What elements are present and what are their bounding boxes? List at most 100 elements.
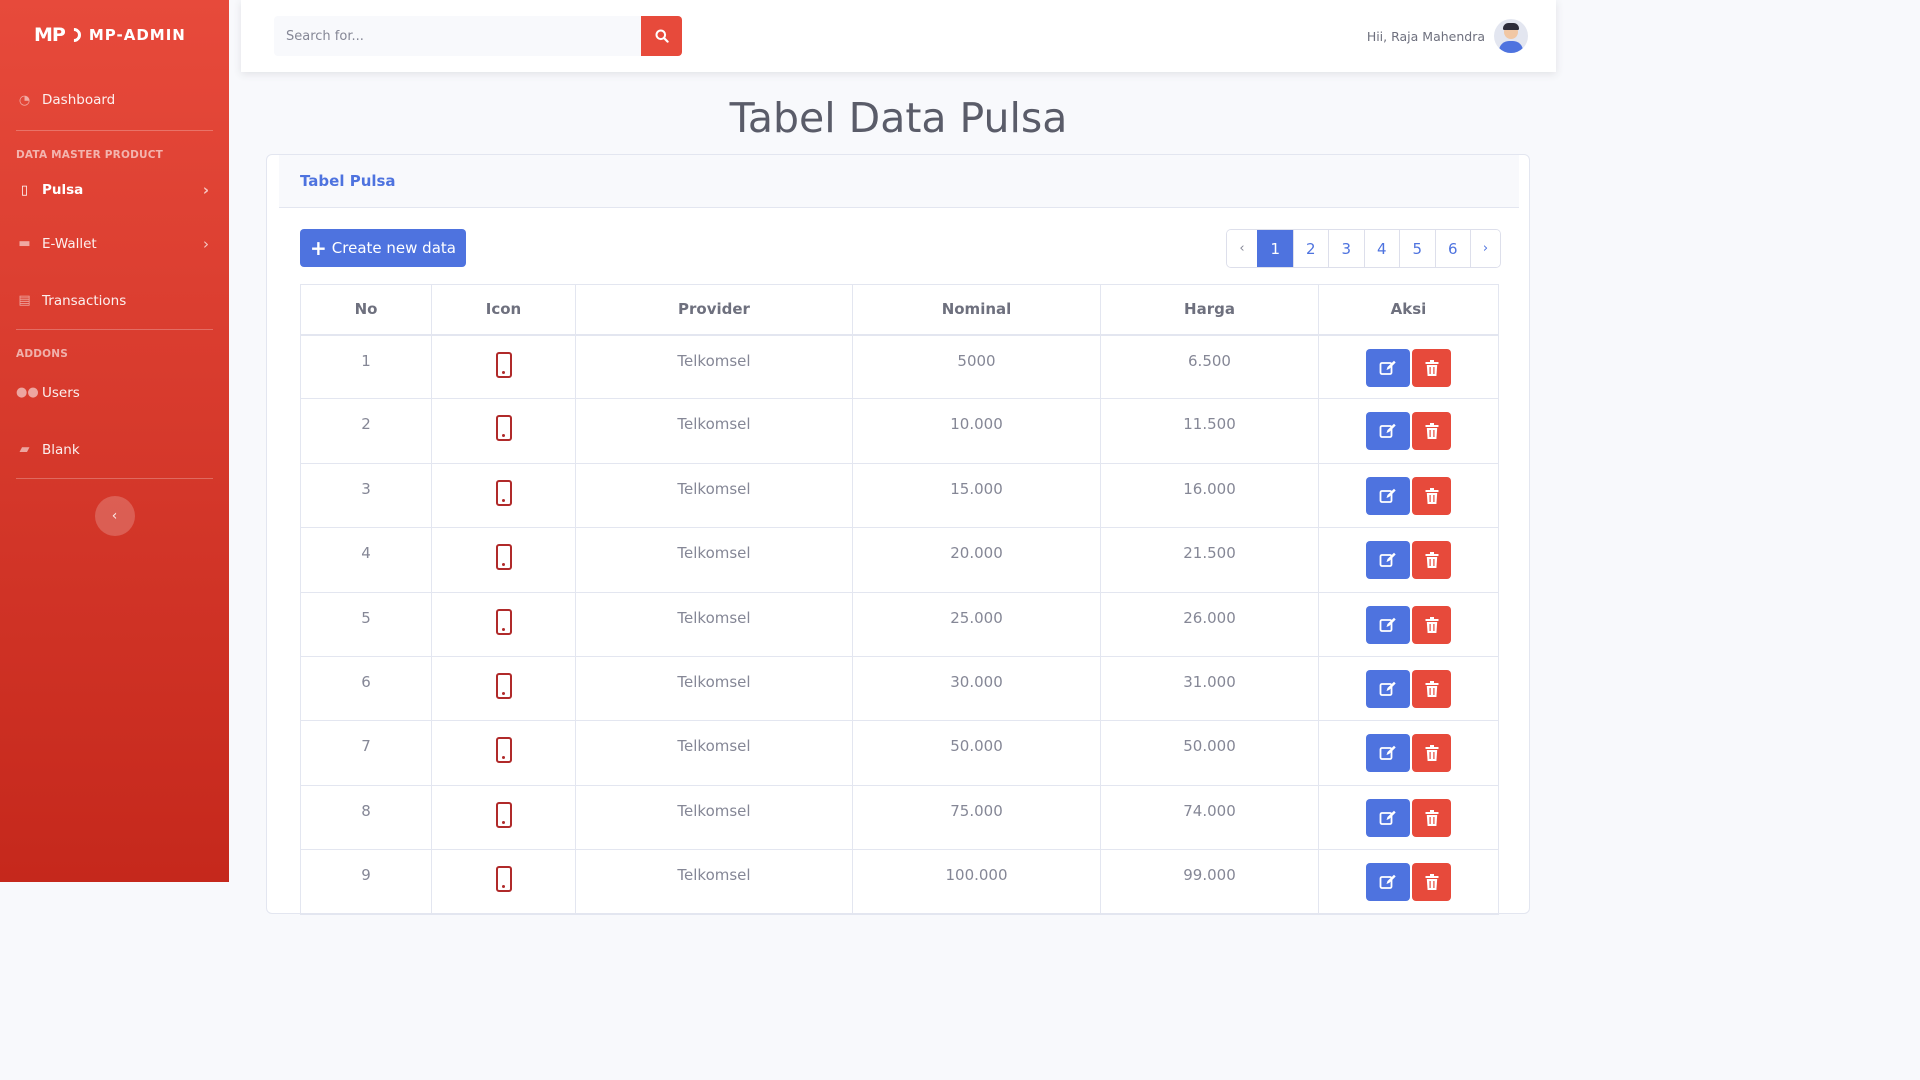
dashboard-icon: ◔ (18, 92, 31, 108)
pagination-page[interactable]: 1 (1257, 230, 1293, 267)
delete-button[interactable] (1412, 412, 1451, 451)
sidebar-item-pulsa[interactable]: ▯ Pulsa › (0, 165, 229, 215)
edit-icon (1379, 746, 1396, 761)
cell-nominal: 100.000 (852, 849, 1101, 915)
cell-harga: 50.000 (1100, 720, 1319, 786)
delete-button[interactable] (1412, 541, 1451, 580)
cell-no: 7 (300, 720, 432, 786)
edit-button[interactable] (1366, 348, 1410, 387)
cell-no: 8 (300, 784, 432, 851)
trash-icon (1425, 809, 1438, 826)
trash-icon (1425, 487, 1438, 504)
trash-icon (1425, 874, 1438, 891)
chevron-right-icon: › (203, 234, 209, 253)
mobile-icon (495, 801, 512, 828)
signal-icon (63, 25, 84, 45)
edit-button[interactable] (1366, 541, 1410, 580)
sidebar-item-transactions[interactable]: ▤ Transactions (0, 272, 229, 329)
edit-icon (1379, 874, 1396, 890)
sidebar-item-label: Pulsa (42, 182, 84, 198)
edit-button[interactable] (1366, 798, 1410, 837)
delete-button[interactable] (1412, 798, 1451, 837)
wallet-icon: ▬ (18, 236, 31, 251)
edit-icon (1379, 488, 1396, 503)
cell-icon (431, 333, 576, 400)
cell-harga: 11.500 (1100, 398, 1319, 464)
column-header-nominal: Nominal (852, 284, 1101, 336)
trash-icon (1425, 359, 1438, 376)
cell-no: 4 (300, 527, 432, 593)
sidebar-item-label: Transactions (42, 292, 127, 309)
cell-harga: 31.000 (1100, 655, 1319, 722)
cell-nominal: 10.000 (852, 398, 1101, 464)
cell-no: 6 (300, 655, 432, 722)
edit-button[interactable] (1366, 734, 1410, 773)
pagination-page[interactable]: 6 (1434, 230, 1470, 267)
delete-button[interactable] (1412, 605, 1451, 644)
user-greeting: Hii, Raja Mahendra (1366, 28, 1485, 44)
delete-button[interactable] (1412, 348, 1451, 387)
edit-icon (1379, 552, 1396, 568)
cell-nominal: 50.000 (852, 720, 1101, 786)
pagination-prev[interactable]: ‹ (1227, 230, 1257, 267)
cell-icon (431, 784, 576, 851)
delete-button[interactable] (1412, 669, 1451, 708)
cell-provider: Telkomsel (575, 527, 853, 593)
search-input[interactable] (274, 16, 641, 56)
edit-button[interactable] (1366, 669, 1410, 708)
sidebar-item-users[interactable]: ●● Users (0, 364, 229, 421)
delete-button[interactable] (1412, 476, 1451, 515)
delete-button[interactable] (1412, 734, 1451, 773)
edit-button[interactable] (1366, 863, 1410, 902)
pagination-page[interactable]: 5 (1399, 230, 1435, 267)
search-button[interactable] (641, 16, 682, 56)
brand[interactable]: MP MP-ADMIN (0, 0, 229, 70)
pagination-page[interactable]: 3 (1328, 230, 1364, 267)
pagination-next[interactable]: › (1470, 230, 1500, 267)
plus-icon: + (310, 236, 327, 260)
cell-no: 5 (300, 591, 432, 657)
sidebar-toggle-button[interactable]: ‹ (94, 496, 135, 536)
chevron-left-icon: ‹ (111, 508, 118, 524)
avatar (1494, 19, 1528, 53)
cell-harga: 99.000 (1100, 849, 1319, 915)
edit-icon (1379, 681, 1396, 696)
sidebar-item-label: Blank (42, 441, 80, 458)
column-header-provider: Provider (575, 284, 853, 336)
cell-provider: Telkomsel (575, 398, 853, 464)
sidebar-item-ewallet[interactable]: ▬ E-Wallet › (0, 215, 229, 272)
pagination: ‹ 1 2 3 4 5 6 › (1226, 229, 1501, 268)
cell-aksi (1318, 849, 1499, 915)
table-row: 2 Telkomsel 10.000 11.500 (300, 398, 1499, 464)
cell-aksi (1318, 784, 1499, 851)
cell-aksi (1318, 655, 1499, 722)
trash-icon (1425, 616, 1438, 633)
column-header-icon: Icon (431, 284, 576, 336)
table-row: 3 Telkomsel 15.000 16.000 (300, 462, 1499, 529)
user-menu[interactable]: Hii, Raja Mahendra (1367, 19, 1528, 53)
pagination-page[interactable]: 2 (1292, 230, 1328, 267)
sidebar-item-blank[interactable]: ▰ Blank (0, 421, 229, 478)
cell-provider: Telkomsel (575, 720, 853, 786)
table-row: 4 Telkomsel 20.000 21.500 (300, 527, 1499, 593)
cell-icon (431, 849, 576, 915)
cell-provider: Telkomsel (575, 462, 853, 529)
edit-button[interactable] (1366, 476, 1410, 515)
topbar: Hii, Raja Mahendra (241, 0, 1556, 72)
sidebar-item-dashboard[interactable]: ◔ Dashboard (0, 70, 229, 130)
pagination-page[interactable]: 4 (1363, 230, 1399, 267)
cell-aksi (1318, 333, 1499, 400)
mobile-icon (495, 866, 512, 893)
create-new-data-button[interactable]: + Create new data (300, 229, 466, 267)
delete-button[interactable] (1412, 863, 1451, 902)
edit-button[interactable] (1366, 412, 1410, 451)
edit-icon (1379, 424, 1396, 439)
edit-icon (1379, 360, 1396, 375)
sidebar-heading-master: DATA MASTER PRODUCT (16, 149, 163, 161)
cell-no: 1 (300, 333, 432, 400)
page-title: Tabel Data Pulsa (729, 94, 1068, 142)
cell-icon (431, 720, 576, 786)
edit-button[interactable] (1366, 605, 1410, 644)
cell-provider: Telkomsel (575, 333, 853, 400)
cell-no: 2 (300, 398, 432, 464)
